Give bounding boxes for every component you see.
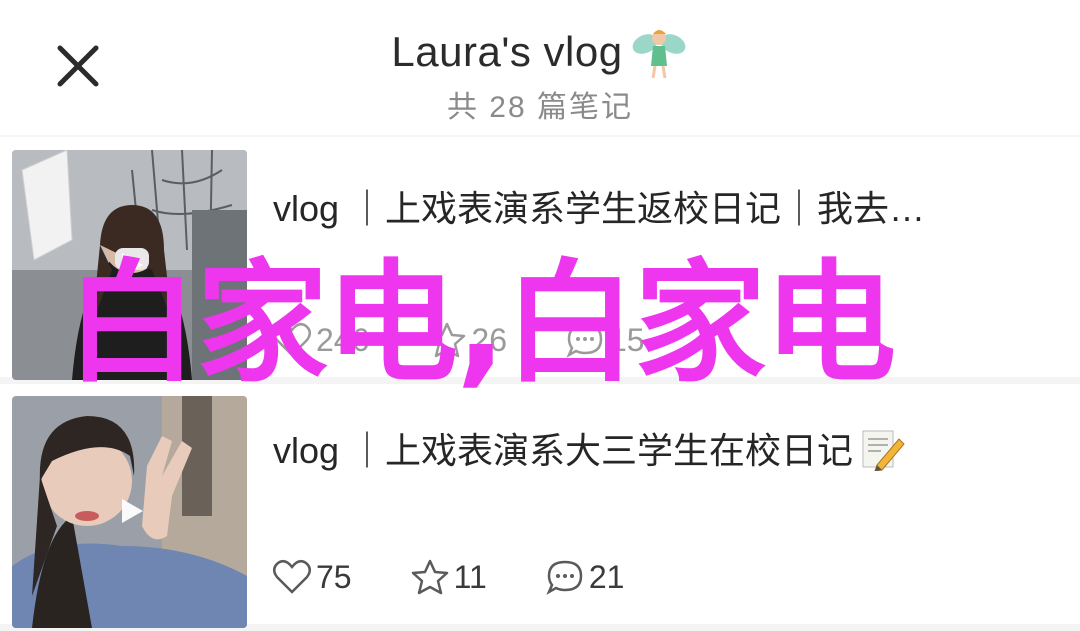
list-item[interactable]: vlog ｜上戏表演系大三学生在校日记 75 11 21 xyxy=(0,384,1080,628)
watermark-overlay: 白家电,白家电 xyxy=(66,247,896,401)
heart-icon xyxy=(273,559,311,594)
fairy-icon xyxy=(632,30,685,79)
video-thumbnail[interactable] xyxy=(12,396,247,628)
favorite-count: 11 xyxy=(453,558,487,595)
note-title[interactable]: vlog ｜上戏表演系学生返校日记｜我去… xyxy=(273,180,1063,232)
memo-icon xyxy=(862,430,905,471)
like-count: 75 xyxy=(316,558,352,595)
favorite-button[interactable]: 11 xyxy=(410,558,487,596)
play-icon xyxy=(122,499,143,523)
comment-icon xyxy=(546,560,583,595)
comment-count: 21 xyxy=(588,558,625,595)
note-stats: 75 11 21 xyxy=(272,558,682,596)
like-button[interactable]: 75 xyxy=(272,559,352,596)
note-title[interactable]: vlog ｜上戏表演系大三学生在校日记 xyxy=(273,422,1063,474)
comment-button[interactable]: 21 xyxy=(545,558,625,596)
header: Laura's vlog 共 28 篇笔记 xyxy=(0,0,1080,135)
star-icon xyxy=(411,559,448,595)
note-count: 共 28 篇笔记 xyxy=(446,91,634,124)
page-title: Laura's vlog xyxy=(391,28,623,75)
